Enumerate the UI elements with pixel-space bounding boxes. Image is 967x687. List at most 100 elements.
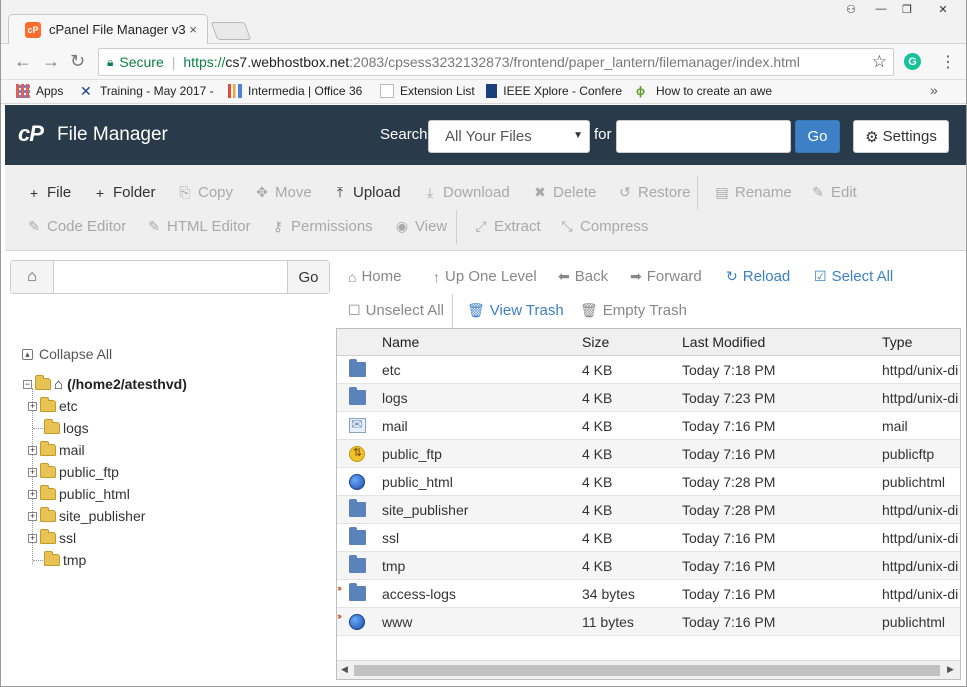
copy-button[interactable]: ⎘ Copy	[178, 184, 233, 201]
column-header-last-modified[interactable]: Last Modified	[682, 334, 765, 350]
cell-size: 4 KB	[582, 530, 613, 546]
profile-icon[interactable]: ⚇	[839, 0, 863, 18]
column-header-name[interactable]: Name	[382, 334, 419, 350]
grammarly-extension-icon[interactable]: G	[904, 53, 921, 70]
column-header-type[interactable]: Type	[882, 334, 912, 350]
collapse-node-icon[interactable]: −	[23, 379, 32, 389]
tree-item-logs[interactable]: logs	[23, 418, 89, 438]
bookmarks-overflow-icon[interactable]: »	[930, 82, 938, 98]
back-arrow-icon[interactable]: ←	[14, 51, 32, 72]
empty-trash-button[interactable]: 🗑︎ Empty Trash	[580, 302, 687, 319]
bookmark-apps[interactable]: Apps	[16, 84, 63, 98]
forward-button[interactable]: ➡ Forward	[630, 268, 702, 285]
expand-node-icon[interactable]: +	[28, 533, 37, 543]
code-editor-button[interactable]: ✎ Code Editor	[27, 218, 126, 235]
bookmark-ieee[interactable]: IEEE Xplore - Confere	[486, 84, 622, 98]
cell-name: public_ftp	[382, 446, 442, 462]
edit-button[interactable]: ✎ Edit	[811, 184, 857, 201]
browser-tab[interactable]: cP cPanel File Manager v3 ×	[8, 14, 208, 44]
tree-item-public-html[interactable]: + public_html	[23, 484, 130, 504]
close-window-button[interactable]: ✕	[921, 0, 965, 18]
tree-item-ssl[interactable]: + ssl	[23, 528, 76, 548]
upload-button[interactable]: ⤒ Upload	[333, 184, 401, 201]
settings-label: Settings	[882, 128, 937, 145]
home-directory-button[interactable]: ⌂	[11, 261, 54, 293]
bookmark-intermedia[interactable]: Intermedia | Office 36	[228, 84, 364, 98]
path-input[interactable]	[54, 261, 287, 293]
restore-button[interactable]: ↺ Restore	[618, 184, 690, 201]
minimize-button[interactable]: —	[869, 0, 893, 18]
up-one-level-button[interactable]: ↑ Up One Level	[433, 268, 537, 285]
new-tab-button[interactable]	[210, 22, 252, 40]
horizontal-scrollbar[interactable]: ◀ ▶	[337, 660, 960, 679]
expand-node-icon[interactable]: +	[28, 401, 37, 411]
move-button[interactable]: ✥ Move	[255, 184, 312, 201]
permissions-button[interactable]: ⚷ Permissions	[271, 218, 373, 235]
table-row[interactable]: public_html 4 KB Today 7:28 PM publichtml	[337, 468, 960, 496]
download-icon: ⤓	[426, 184, 434, 200]
view-button[interactable]: ◉ View	[395, 218, 447, 235]
scroll-left-icon[interactable]: ◀	[341, 664, 348, 675]
expand-node-icon[interactable]: +	[28, 489, 37, 499]
copy-icon: ⎘	[179, 184, 191, 200]
tree-item-mail[interactable]: + mail	[23, 440, 85, 460]
search-input[interactable]	[616, 120, 791, 153]
toolbar-divider	[697, 176, 698, 210]
search-scope-select[interactable]: All Your Files ▼	[428, 120, 590, 153]
bookmark-training[interactable]: ✕ Training - May 2017 -	[80, 84, 216, 98]
new-folder-button[interactable]: + Folder	[93, 184, 156, 201]
tree-root[interactable]: − ⌂ (/home2/atesthvd)	[23, 374, 187, 394]
tree-item-site-publisher[interactable]: + site_publisher	[23, 506, 145, 526]
view-trash-button[interactable]: 🗑︎ View Trash	[467, 302, 564, 319]
forward-arrow-icon[interactable]: →	[42, 51, 60, 72]
restore-icon: ↺	[619, 184, 631, 200]
expand-node-icon[interactable]: +	[28, 467, 37, 477]
bookmark-extension-list[interactable]: Extension List	[380, 84, 475, 98]
home-nav-button[interactable]: ⌂ Home	[348, 268, 401, 285]
tree-item-tmp[interactable]: tmp	[23, 550, 86, 570]
url-field[interactable]: 🔒︎ Secure | https://cs7.webhostbox.net:2…	[98, 48, 894, 76]
download-button[interactable]: ⤓ Download	[423, 184, 510, 201]
unselect-all-button[interactable]: ☐ Unselect All	[348, 302, 444, 319]
table-row[interactable]: logs 4 KB Today 7:23 PM httpd/unix-di	[337, 384, 960, 412]
collapse-all-link[interactable]: ▴ Collapse All	[22, 346, 112, 362]
select-all-button[interactable]: ☑ Select All	[814, 268, 893, 285]
table-row[interactable]: ››› access-logs 34 bytes Today 7:16 PM httpd…	[337, 580, 960, 608]
compress-button[interactable]: ⤡ Compress	[560, 218, 648, 235]
bookmark-star-icon[interactable]: ☆	[872, 52, 887, 72]
reload-button[interactable]: ↻ Reload	[726, 268, 790, 285]
column-header-size[interactable]: Size	[582, 334, 609, 350]
delete-button[interactable]: ✖ Delete	[533, 184, 596, 201]
search-go-button[interactable]: Go	[795, 120, 840, 153]
home-icon: ⌂	[27, 268, 37, 285]
tree-item-etc[interactable]: + etc	[23, 396, 78, 416]
bookmark-howto[interactable]: ϕ How to create an awe	[636, 84, 774, 98]
bookmark-label: Apps	[36, 84, 64, 98]
back-button[interactable]: ⬅ Back	[558, 268, 608, 285]
home-icon: ⌂	[54, 375, 64, 393]
new-file-button[interactable]: + File	[27, 184, 71, 201]
table-row[interactable]: tmp 4 KB Today 7:16 PM httpd/unix-di	[337, 552, 960, 580]
scroll-right-icon[interactable]: ▶	[947, 664, 954, 675]
expand-node-icon[interactable]: +	[28, 445, 37, 455]
browser-menu-icon[interactable]: ⋮	[940, 52, 956, 72]
scrollbar-thumb[interactable]	[354, 665, 940, 676]
table-row[interactable]: site_publisher 4 KB Today 7:28 PM httpd/uni…	[337, 496, 960, 524]
expand-node-icon[interactable]: +	[28, 511, 37, 521]
path-go-button[interactable]: Go	[287, 261, 329, 293]
table-row[interactable]: public_ftp 4 KB Today 7:16 PM publicftp	[337, 440, 960, 468]
tab-close-icon[interactable]: ×	[189, 22, 197, 37]
rename-button[interactable]: ▤ Rename	[715, 184, 791, 201]
tree-item-public-ftp[interactable]: + public_ftp	[23, 462, 119, 482]
table-row[interactable]: etc 4 KB Today 7:18 PM httpd/unix-di	[337, 356, 960, 384]
table-row[interactable]: ››› www 11 bytes Today 7:16 PM publichtml	[337, 608, 960, 636]
settings-button[interactable]: ⚙ Settings	[853, 120, 949, 153]
table-row[interactable]: mail 4 KB Today 7:16 PM mail	[337, 412, 960, 440]
html-editor-button[interactable]: ✎ HTML Editor	[147, 218, 251, 235]
reload-icon[interactable]: ↻	[70, 51, 85, 72]
plus-icon: +	[29, 184, 39, 201]
maximize-button[interactable]: ❐	[895, 0, 919, 18]
search-label: Search	[380, 126, 428, 143]
extract-button[interactable]: ⤢ Extract	[474, 218, 540, 235]
table-row[interactable]: ssl 4 KB Today 7:16 PM httpd/unix-di	[337, 524, 960, 552]
